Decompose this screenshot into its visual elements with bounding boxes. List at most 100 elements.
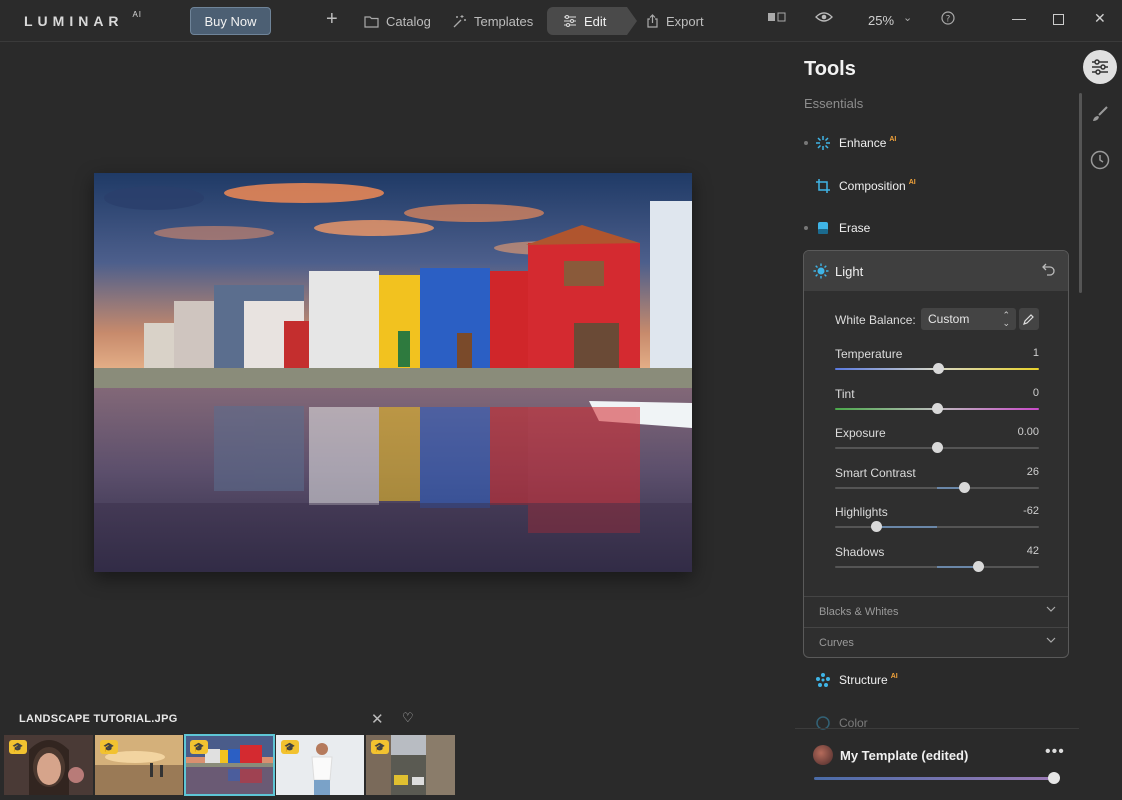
eye-icon[interactable]	[815, 11, 833, 26]
slider-value: 42	[1026, 544, 1039, 557]
tool-enhance-label: Enhance	[839, 136, 887, 150]
filmstrip-thumb[interactable]: 🎓	[366, 735, 455, 795]
chevron-down-icon	[1046, 605, 1056, 616]
slider-label: Temperature	[835, 347, 903, 361]
slider-value: 1	[1032, 347, 1039, 359]
section-curves[interactable]: Curves	[804, 627, 1068, 657]
template-amount-slider[interactable]	[814, 777, 1054, 780]
white-balance-select[interactable]: Custom ⌃ ⌄	[921, 308, 1016, 330]
template-name[interactable]: My Template (edited)	[840, 748, 968, 763]
eyedropper-icon[interactable]	[1019, 308, 1039, 330]
slider-value: 0.00	[1017, 426, 1039, 438]
heart-icon[interactable]: ♡	[402, 710, 414, 726]
tab-catalog[interactable]: Catalog	[364, 8, 431, 34]
tab-export-label: Export	[666, 13, 704, 29]
tool-structure-label: Structure	[839, 673, 888, 687]
section-blacks-whites[interactable]: Blacks & Whites	[804, 596, 1068, 627]
minimize-icon[interactable]: —	[1012, 10, 1026, 26]
filmstrip-thumb[interactable]: 🎓	[276, 735, 364, 795]
panel-title: Tools	[804, 58, 856, 80]
add-photos-button[interactable]: +	[326, 6, 338, 32]
light-title: Light	[835, 264, 864, 279]
ai-badge: AI	[908, 178, 916, 186]
tool-erase[interactable]: Erase	[804, 216, 1068, 240]
slider-highlights[interactable]: Highlights -62	[835, 505, 1039, 537]
plus-icon: +	[326, 7, 338, 30]
slider-smart-contrast[interactable]: Smart Contrast 26	[835, 466, 1039, 498]
sliders-icon	[564, 15, 576, 27]
history-button[interactable]	[1083, 143, 1117, 177]
tool-composition-label: Composition	[839, 179, 906, 193]
graduation-cap-icon: 🎓	[371, 740, 389, 754]
ai-badge: AI	[889, 135, 897, 143]
clock-icon	[1090, 150, 1110, 170]
slider-handle[interactable]	[932, 402, 943, 414]
filmstrip-thumb-selected[interactable]: 🎓	[184, 734, 275, 796]
help-icon[interactable]: ?	[941, 11, 955, 28]
slider-label: Shadows	[835, 544, 885, 559]
buy-now-button[interactable]: Buy Now	[190, 7, 271, 35]
white-balance-value: Custom	[928, 312, 970, 326]
filmstrip-title: LANDSCAPE TUTORIAL.JPG	[19, 713, 178, 725]
graduation-cap-icon: 🎓	[9, 740, 27, 754]
tab-catalog-label: Catalog	[386, 13, 431, 29]
slider-track[interactable]	[835, 526, 1039, 528]
tab-export[interactable]: Export	[646, 8, 704, 34]
panel-scrollbar[interactable]	[1079, 93, 1082, 293]
slider-fill	[875, 526, 937, 528]
tab-templates[interactable]: Templates	[452, 8, 533, 34]
light-tool-panel: Light White Balance: Custom ⌃ ⌄ Temperatu…	[803, 250, 1069, 658]
graduation-cap-icon: 🎓	[100, 740, 118, 754]
white-balance-label: White Balance:	[835, 313, 916, 327]
more-options-icon[interactable]: •••	[1045, 743, 1065, 761]
sun-icon	[813, 263, 829, 279]
applied-dot	[804, 226, 808, 230]
section-curves-label: Curves	[819, 637, 854, 649]
tool-erase-label: Erase	[839, 221, 871, 235]
tab-edit[interactable]: Edit	[547, 7, 637, 35]
template-bar: My Template (edited) •••	[795, 728, 1079, 800]
template-amount-handle[interactable]	[1048, 772, 1060, 784]
slider-handle[interactable]	[870, 521, 882, 532]
sliders-icon	[1092, 59, 1108, 75]
eraser-icon	[814, 219, 832, 237]
close-icon[interactable]: ✕	[1094, 10, 1106, 27]
chevron-updown-icon: ⌃ ⌄	[1002, 310, 1010, 328]
chevron-down-icon[interactable]: ⌄	[903, 11, 912, 24]
slider-temperature[interactable]: Temperature 1	[835, 347, 1039, 379]
tool-structure[interactable]: Structure AI	[804, 668, 1068, 692]
slider-exposure[interactable]: Exposure 0.00	[835, 426, 1039, 458]
tool-composition[interactable]: Composition AI	[804, 174, 1068, 198]
slider-label: Smart Contrast	[835, 465, 916, 480]
slider-label: Exposure	[835, 426, 886, 440]
zoom-level[interactable]: 25%	[868, 13, 894, 28]
slider-value: 26	[1026, 465, 1039, 478]
slider-tint[interactable]: Tint 0	[835, 387, 1039, 419]
slider-handle[interactable]	[972, 560, 984, 572]
applied-dot	[804, 141, 808, 145]
graduation-cap-icon: 🎓	[281, 740, 299, 754]
tab-edit-label: Edit	[584, 13, 607, 29]
light-header[interactable]: Light	[804, 251, 1068, 291]
slider-shadows[interactable]: Shadows 42	[835, 545, 1039, 577]
sparkle-icon	[814, 134, 832, 152]
close-icon[interactable]: ✕	[371, 710, 384, 728]
ai-badge: AI	[890, 672, 898, 680]
slider-handle[interactable]	[933, 363, 945, 374]
tool-enhance[interactable]: Enhance AI	[804, 131, 1068, 155]
edit-tools-button[interactable]	[1083, 50, 1117, 84]
filmstrip-thumb[interactable]: 🎓	[95, 735, 183, 795]
filmstrip-thumb[interactable]: 🎓	[4, 735, 93, 795]
section-blacks-whites-label: Blacks & Whites	[819, 606, 899, 618]
tab-templates-label: Templates	[474, 13, 534, 29]
compare-icon[interactable]	[767, 11, 787, 26]
slider-value: 0	[1032, 386, 1039, 399]
slider-handle[interactable]	[958, 481, 970, 493]
brush-button[interactable]	[1083, 97, 1117, 131]
slider-handle[interactable]	[932, 442, 943, 453]
svg-text:?: ?	[946, 15, 951, 25]
export-icon	[647, 14, 658, 28]
maximize-icon[interactable]	[1053, 12, 1064, 28]
undo-icon[interactable]	[1042, 262, 1056, 279]
main-photo[interactable]	[94, 173, 692, 572]
